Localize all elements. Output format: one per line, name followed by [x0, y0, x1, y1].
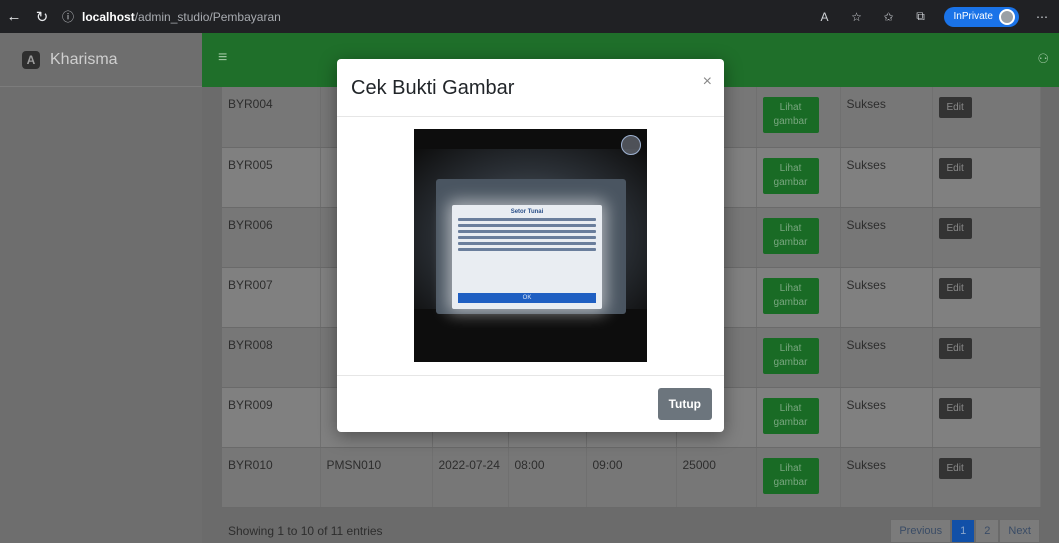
- more-menu-icon[interactable]: ⋯: [1033, 10, 1051, 24]
- view-image-button[interactable]: Lihat gambar: [762, 97, 819, 133]
- favorites-icon[interactable]: ✩: [880, 10, 898, 24]
- user-icon[interactable]: ⚇: [1037, 51, 1049, 67]
- cell-id: BYR008: [222, 327, 321, 388]
- modal-header: Cek Bukti Gambar ×: [337, 59, 724, 117]
- info-icon[interactable]: ⓘ: [62, 8, 74, 25]
- view-image-button[interactable]: Lihat gambar: [762, 217, 819, 254]
- proof-text-line: [458, 224, 596, 227]
- cell-status: Sukses: [840, 267, 933, 328]
- pagination-page-2[interactable]: 2: [975, 519, 1000, 543]
- cell-bukti: Lihat gambar: [756, 447, 841, 508]
- edit-button[interactable]: Edit: [938, 457, 972, 479]
- cell-edit: Edit: [932, 387, 1041, 448]
- view-image-button[interactable]: Lihat gambar: [762, 157, 819, 194]
- edit-button[interactable]: Edit: [938, 97, 972, 118]
- cell-status: Sukses: [840, 447, 933, 508]
- table-footer: Showing 1 to 10 of 11 entries Previous 1…: [222, 519, 1040, 543]
- pagination-page-1[interactable]: 1: [951, 519, 976, 543]
- cell-id: BYR010: [222, 447, 321, 508]
- edit-button[interactable]: Edit: [938, 397, 972, 419]
- proof-receipt-title: Setor Tunai: [510, 209, 544, 215]
- view-image-button[interactable]: Lihat gambar: [762, 457, 819, 494]
- cell-selesai: 09:00: [586, 447, 677, 508]
- cell-bukti: Lihat gambar: [756, 267, 841, 328]
- sidebar: A Kharisma: [0, 33, 202, 543]
- modal-footer: Tutup: [337, 375, 724, 432]
- address-host: localhost: [82, 9, 135, 24]
- payment-proof-image: Setor Tunai OK: [414, 129, 647, 362]
- refresh-icon[interactable]: ↻: [28, 8, 56, 26]
- cell-pemesanan: PMSN010: [320, 447, 433, 508]
- cell-edit: Edit: [932, 447, 1041, 508]
- cell-bukti: Lihat gambar: [756, 207, 841, 268]
- inprivate-label: InPrivate: [953, 11, 993, 22]
- proof-text-line: [458, 236, 596, 239]
- proof-text-line: [458, 218, 596, 221]
- image-proof-modal: Cek Bukti Gambar × Setor Tunai OK Tutup: [337, 59, 724, 432]
- address-bar[interactable]: ⓘ localhost /admin_studio/Pembayaran: [62, 8, 281, 25]
- proof-receipt-dialog: Setor Tunai OK: [452, 205, 602, 309]
- browser-toolbar: ← ↻ ⓘ localhost /admin_studio/Pembayaran…: [0, 0, 1059, 33]
- cell-id: BYR007: [222, 267, 321, 328]
- cell-bukti: Lihat gambar: [756, 387, 841, 448]
- brand-logo-icon: A: [22, 50, 40, 69]
- cell-status: Sukses: [840, 147, 933, 208]
- edit-button[interactable]: Edit: [938, 277, 972, 299]
- cell-id: BYR006: [222, 207, 321, 268]
- cell-bukti: Lihat gambar: [756, 87, 841, 148]
- address-path: /admin_studio/Pembayaran: [134, 9, 281, 24]
- close-button[interactable]: Tutup: [657, 388, 712, 420]
- cell-edit: Edit: [932, 327, 1041, 388]
- cell-bukti: Lihat gambar: [756, 147, 841, 208]
- brand[interactable]: A Kharisma: [0, 33, 202, 87]
- modal-body: Setor Tunai OK: [337, 117, 724, 375]
- cell-edit: Edit: [932, 207, 1041, 268]
- view-image-button[interactable]: Lihat gambar: [762, 397, 819, 434]
- cell-status: Sukses: [840, 387, 933, 448]
- inprivate-badge[interactable]: InPrivate: [943, 6, 1019, 27]
- brand-name: Kharisma: [50, 50, 118, 68]
- favorite-add-icon[interactable]: ☆: [848, 10, 866, 24]
- cell-edit: Edit: [932, 87, 1041, 148]
- view-image-button[interactable]: Lihat gambar: [762, 337, 819, 374]
- edit-button[interactable]: Edit: [938, 217, 972, 239]
- cell-bukti: Lihat gambar: [756, 327, 841, 388]
- back-arrow-icon[interactable]: ←: [0, 8, 28, 25]
- cell-edit: Edit: [932, 147, 1041, 208]
- read-aloud-icon[interactable]: A: [816, 10, 834, 24]
- cell-mulai: 08:00: [508, 447, 587, 508]
- hamburger-menu-icon[interactable]: ≡: [218, 49, 227, 67]
- collections-icon[interactable]: ⧉: [912, 9, 930, 24]
- visual-search-icon[interactable]: [621, 135, 641, 155]
- edit-button[interactable]: Edit: [938, 157, 972, 179]
- view-image-button[interactable]: Lihat gambar: [762, 277, 819, 314]
- table-row: BYR010 PMSN010 2022-07-24 08:00 09:00 25000 Li…: [222, 447, 1041, 508]
- proof-ok-button: OK: [458, 293, 596, 303]
- pagination-previous[interactable]: Previous: [890, 519, 952, 543]
- cell-id: BYR004: [222, 87, 321, 148]
- cell-status: Sukses: [840, 207, 933, 268]
- modal-close-icon[interactable]: ×: [703, 73, 712, 91]
- cell-harga: 25000: [676, 447, 757, 508]
- entries-info: Showing 1 to 10 of 11 entries: [228, 524, 383, 538]
- pagination-next[interactable]: Next: [999, 519, 1040, 543]
- edit-button[interactable]: Edit: [938, 337, 972, 359]
- profile-avatar: [999, 8, 1015, 25]
- proof-text-line: [458, 242, 596, 245]
- cell-id: BYR009: [222, 387, 321, 448]
- cell-edit: Edit: [932, 267, 1041, 328]
- modal-title: Cek Bukti Gambar: [351, 77, 515, 99]
- proof-text-line: [458, 230, 596, 233]
- pagination: Previous 1 2 Next: [890, 519, 1040, 543]
- cell-status: Sukses: [840, 327, 933, 388]
- cell-tanggal: 2022-07-24: [432, 447, 509, 508]
- proof-text-line: [458, 248, 596, 251]
- cell-status: Sukses: [840, 87, 933, 148]
- cell-id: BYR005: [222, 147, 321, 208]
